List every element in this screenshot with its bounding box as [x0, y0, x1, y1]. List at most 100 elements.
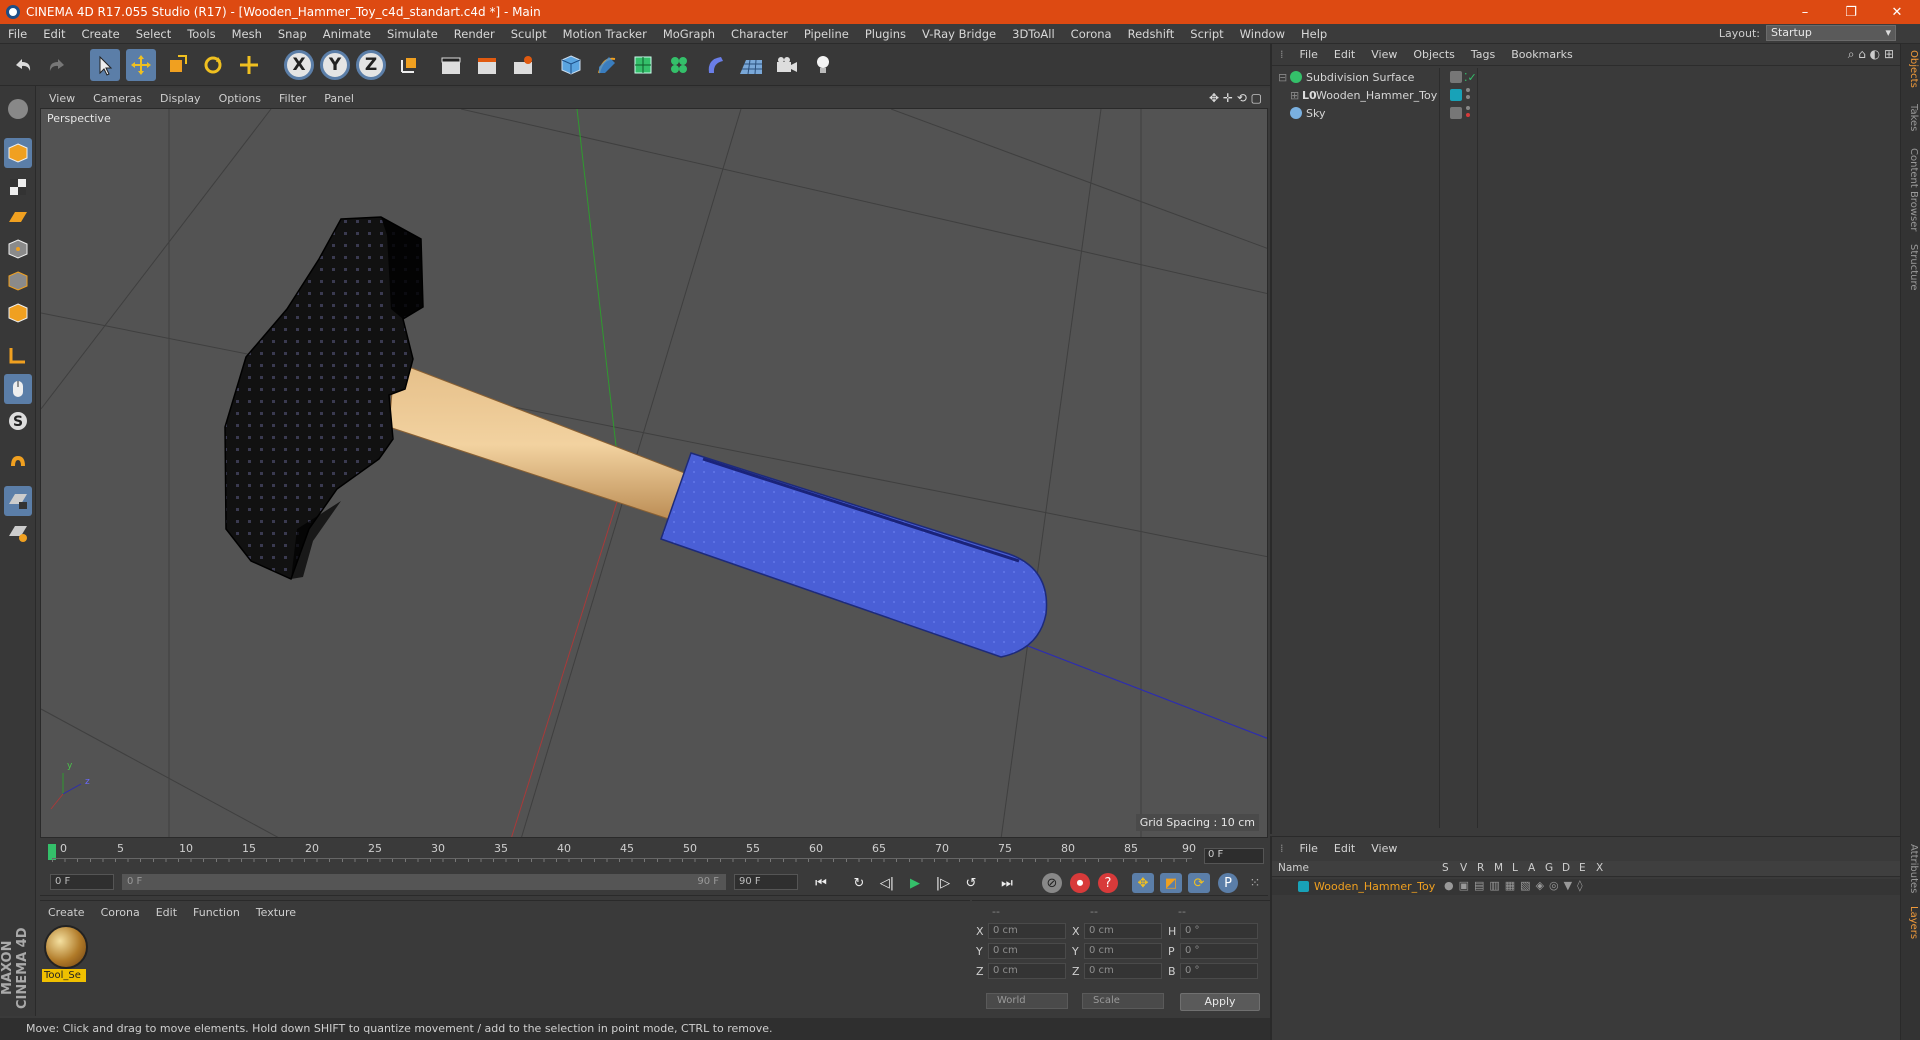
model-mode-button[interactable] [4, 138, 32, 168]
previous-frame-button[interactable]: ◁| [876, 873, 898, 893]
rot-h-field[interactable]: 0 ° [1180, 923, 1258, 939]
cube-object-button[interactable] [556, 49, 586, 81]
hammer-grip[interactable] [660, 452, 1048, 658]
transform-tool-button[interactable] [234, 49, 264, 81]
record-active-objects-button[interactable]: ⊘ [1042, 873, 1062, 893]
menu-corona[interactable]: Corona [1063, 27, 1120, 41]
material-menu-function[interactable]: Function [185, 906, 248, 919]
menu-snap[interactable]: Snap [270, 27, 315, 41]
keyframe-selection-button[interactable]: ? [1098, 873, 1118, 893]
menu-3dtoall[interactable]: 3DToAll [1004, 27, 1063, 41]
menu-pipeline[interactable]: Pipeline [796, 27, 857, 41]
material-menu-corona[interactable]: Corona [93, 906, 148, 919]
menu-vray-bridge[interactable]: V-Ray Bridge [914, 27, 1004, 41]
collapse-icon[interactable]: ⊟ [1278, 71, 1287, 84]
magnet-button[interactable] [4, 448, 32, 478]
tab-content-browser[interactable]: Content Browser [1903, 148, 1919, 231]
layer-color-swatch[interactable] [1298, 881, 1309, 892]
make-editable-button[interactable] [4, 94, 32, 124]
close-button[interactable]: ✕ [1874, 0, 1920, 24]
viewport-menu-view[interactable]: View [40, 92, 84, 105]
menu-simulate[interactable]: Simulate [379, 27, 446, 41]
menu-tools[interactable]: Tools [179, 27, 223, 41]
apply-button[interactable]: Apply [1180, 993, 1260, 1011]
editor-visibility-dot[interactable] [1466, 88, 1470, 92]
size-mode-dropdown[interactable]: Scale [1082, 993, 1164, 1009]
menu-sculpt[interactable]: Sculpt [503, 27, 555, 41]
deformer-button[interactable] [700, 49, 730, 81]
material-menu-texture[interactable]: Texture [248, 906, 304, 919]
perspective-viewport[interactable]: Perspective y z Grid Spacing : 10 cm [40, 108, 1268, 838]
key-pla-button[interactable]: ⁙ [1244, 873, 1266, 893]
end-frame-field[interactable]: 90 F [734, 874, 798, 890]
viewport-menu-panel[interactable]: Panel [315, 92, 363, 105]
objects-menu-view[interactable]: View [1363, 48, 1405, 61]
layer-flag-icons[interactable]: ●▣▤▥▦▧◈◎▼◊ [1444, 879, 1588, 892]
menu-motion-tracker[interactable]: Motion Tracker [555, 27, 655, 41]
layer-header-manager[interactable]: M [1494, 862, 1503, 874]
viewport-menu-options[interactable]: Options [210, 92, 270, 105]
polygons-mode-button[interactable] [4, 298, 32, 328]
material-menu-create[interactable]: Create [40, 906, 93, 919]
edges-mode-button[interactable] [4, 266, 32, 296]
layers-menu-file[interactable]: File [1292, 842, 1326, 855]
subdivision-surface-button[interactable] [628, 49, 658, 81]
layer-color-icon[interactable] [1450, 89, 1462, 101]
pos-z-field[interactable]: 0 cm [988, 963, 1066, 979]
axis-mode-button[interactable] [4, 340, 32, 370]
frame-ruler[interactable]: 0 5 10 15 20 25 30 35 40 45 50 55 60 65 … [48, 842, 1196, 862]
spline-pen-button[interactable] [592, 49, 622, 81]
tree-item-wooden-hammer-toy[interactable]: ⊞ L0 Wooden_Hammer_Toy [1278, 86, 1900, 104]
x-axis-lock-button[interactable]: X [284, 50, 314, 80]
play-button[interactable]: ▶ [904, 873, 926, 893]
layout-select[interactable]: Startup [1766, 25, 1896, 41]
previous-key-button[interactable]: ↻ [848, 873, 870, 893]
light-button[interactable] [808, 49, 838, 81]
size-z-field[interactable]: 0 cm [1084, 963, 1162, 979]
key-scale-button[interactable]: ◩ [1160, 873, 1182, 893]
layer-tag-icon[interactable] [1450, 107, 1462, 119]
pos-y-field[interactable]: 0 cm [988, 943, 1066, 959]
key-parameter-button[interactable]: P [1218, 873, 1238, 893]
preview-range-slider[interactable]: 0 F 90 F [122, 874, 726, 890]
viewport-menu-filter[interactable]: Filter [270, 92, 315, 105]
objects-menu-objects[interactable]: Objects [1405, 48, 1463, 61]
rot-p-field[interactable]: 0 ° [1180, 943, 1258, 959]
layer-header-xref[interactable]: X [1596, 862, 1603, 874]
layer-name[interactable]: Wooden_Hammer_Toy [1314, 880, 1435, 893]
menu-redshift[interactable]: Redshift [1120, 27, 1183, 41]
menu-animate[interactable]: Animate [315, 27, 379, 41]
tab-attributes[interactable]: Attributes [1903, 844, 1919, 893]
minimize-button[interactable]: – [1782, 0, 1828, 24]
layer-header-generators[interactable]: G [1545, 862, 1553, 874]
workplane-snap-button[interactable] [4, 518, 32, 548]
render-settings-button[interactable] [508, 49, 538, 81]
y-axis-lock-button[interactable]: Y [320, 50, 350, 80]
layer-header-locked[interactable]: L [1512, 862, 1518, 874]
objects-menu-bookmarks[interactable]: Bookmarks [1503, 48, 1580, 61]
scale-tool-button[interactable] [162, 49, 192, 81]
next-frame-button[interactable]: |▷ [932, 873, 954, 893]
editor-visibility-dot[interactable] [1466, 106, 1470, 110]
move-tool-button[interactable] [126, 49, 156, 81]
live-selection-button[interactable] [90, 49, 120, 81]
tweak-mode-button[interactable] [4, 374, 32, 404]
size-y-field[interactable]: 0 cm [1084, 943, 1162, 959]
layer-header-solo[interactable]: S [1442, 862, 1449, 874]
snap-button[interactable]: S [4, 406, 32, 436]
viewport-menu-display[interactable]: Display [151, 92, 210, 105]
render-view-button[interactable] [436, 49, 466, 81]
autokeying-button[interactable]: ⏺ [1070, 873, 1090, 893]
next-key-button[interactable]: ↺ [960, 873, 982, 893]
floor-button[interactable] [736, 49, 766, 81]
restore-button[interactable]: ❐ [1828, 0, 1874, 24]
menu-select[interactable]: Select [128, 27, 179, 41]
objects-menu-edit[interactable]: Edit [1326, 48, 1363, 61]
menu-character[interactable]: Character [723, 27, 796, 41]
material-name-label[interactable]: Tool_Se [42, 969, 86, 982]
search-home-icons[interactable]: ⌕ ⌂ ◐ ⊞ [1848, 47, 1894, 62]
points-mode-button[interactable] [4, 234, 32, 264]
cloner-button[interactable] [664, 49, 694, 81]
start-frame-field[interactable]: 0 F [50, 874, 114, 890]
current-frame-field[interactable]: 0 F [1204, 848, 1264, 864]
